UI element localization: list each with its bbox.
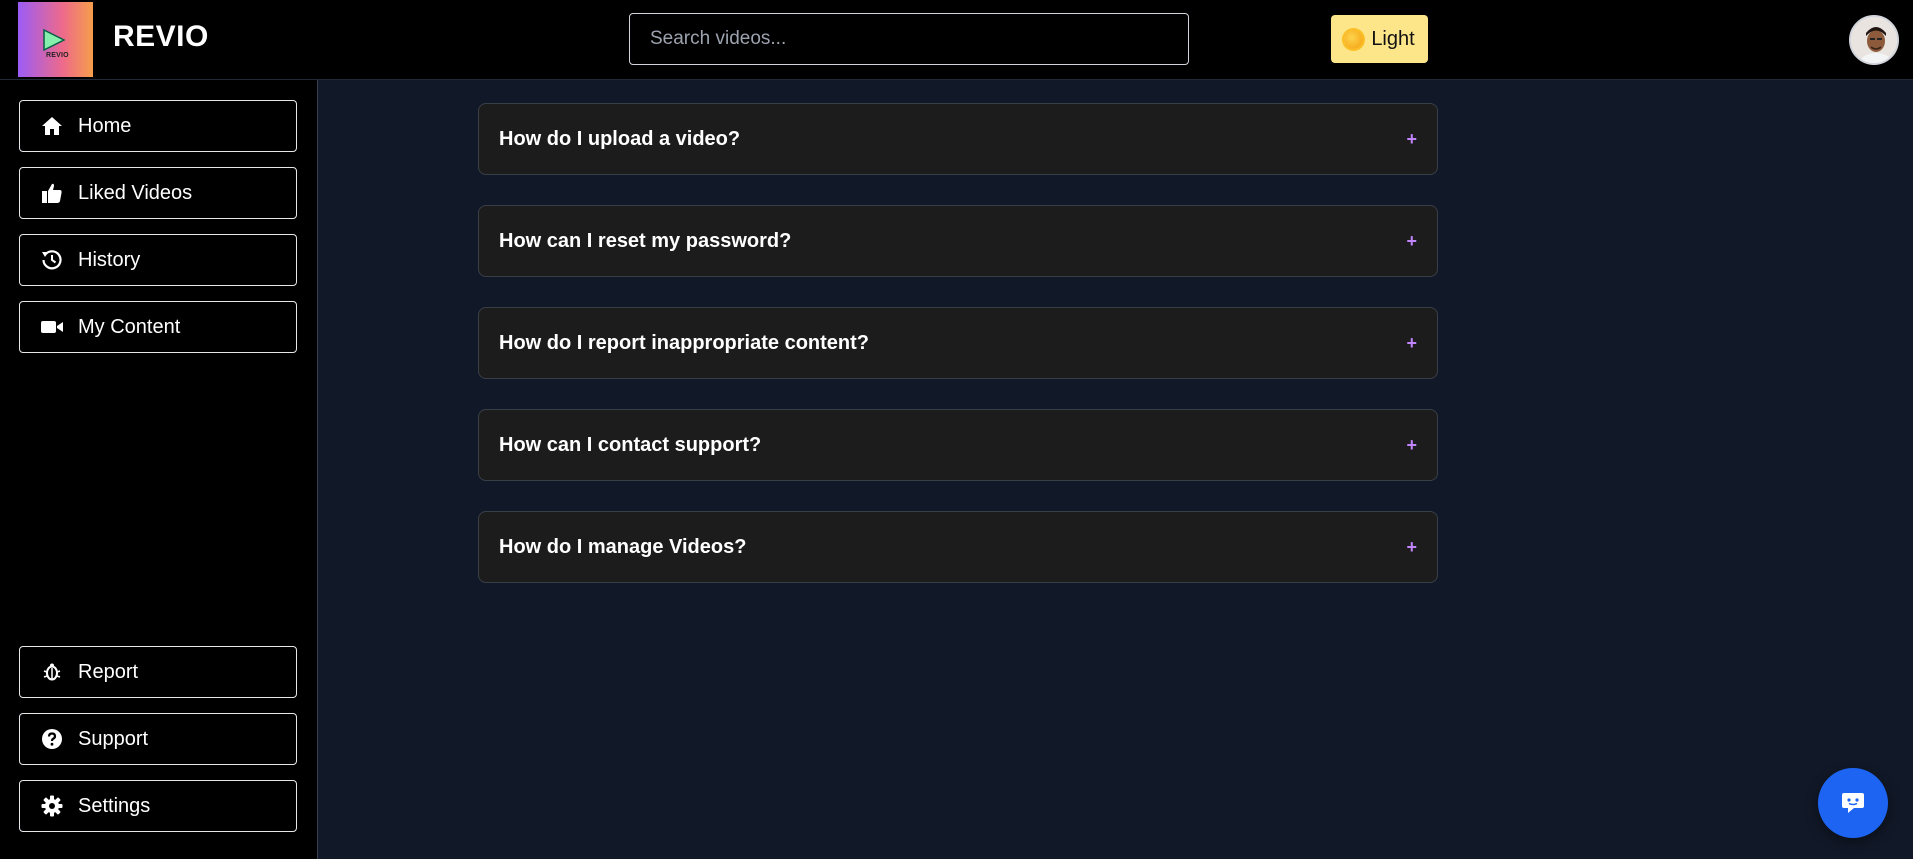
- expand-icon[interactable]: +: [1406, 231, 1417, 252]
- sidebar-item-label: Home: [78, 114, 132, 137]
- user-avatar-icon: [1851, 17, 1897, 63]
- sidebar-item-liked-videos[interactable]: Liked Videos: [19, 167, 297, 219]
- expand-icon[interactable]: +: [1406, 129, 1417, 150]
- bug-icon: [40, 660, 64, 684]
- avatar[interactable]: [1849, 15, 1899, 65]
- video-camera-icon: [40, 315, 64, 339]
- history-icon: [40, 248, 64, 272]
- sidebar-item-label: Report: [78, 660, 139, 683]
- gear-icon: [40, 794, 64, 818]
- sun-icon: [1344, 29, 1364, 49]
- sidebar-item-home[interactable]: Home: [19, 100, 297, 152]
- sidebar-item-label: Liked Videos: [78, 181, 193, 204]
- faq-item-report-content[interactable]: How do I report inappropriate content? +: [478, 307, 1438, 379]
- faq-question: How do I report inappropriate content?: [499, 331, 869, 354]
- home-icon: [40, 114, 64, 138]
- sidebar-item-settings[interactable]: Settings: [19, 780, 297, 832]
- sidebar: Home Liked Videos History My Content Rep…: [0, 80, 318, 859]
- brand-name: REVIO: [113, 20, 209, 53]
- play-icon: [43, 29, 66, 51]
- sidebar-item-support[interactable]: Support: [19, 713, 297, 765]
- expand-icon[interactable]: +: [1406, 435, 1417, 456]
- search-input[interactable]: [629, 13, 1189, 65]
- chat-bubble-icon: [1842, 793, 1864, 813]
- expand-icon[interactable]: +: [1406, 333, 1417, 354]
- sidebar-item-label: Settings: [78, 794, 151, 817]
- faq-item-upload[interactable]: How do I upload a video? +: [478, 103, 1438, 175]
- top-bar: REVIO REVIO Light: [0, 0, 1913, 80]
- logo[interactable]: REVIO: [18, 2, 93, 77]
- faq-item-manage-videos[interactable]: How do I manage Videos? +: [478, 511, 1438, 583]
- sidebar-item-label: Support: [78, 727, 149, 750]
- sidebar-item-label: My Content: [78, 315, 181, 338]
- faq-question: How do I manage Videos?: [499, 535, 747, 558]
- thumbs-up-icon: [40, 181, 64, 205]
- sidebar-item-label: History: [78, 248, 141, 271]
- sidebar-item-report[interactable]: Report: [19, 646, 297, 698]
- question-circle-icon: [40, 727, 64, 751]
- faq-question: How can I reset my password?: [499, 229, 792, 252]
- sidebar-item-my-content[interactable]: My Content: [19, 301, 297, 353]
- faq-item-reset-password[interactable]: How can I reset my password? +: [478, 205, 1438, 277]
- sidebar-item-history[interactable]: History: [19, 234, 297, 286]
- faq-item-contact-support[interactable]: How can I contact support? +: [478, 409, 1438, 481]
- faq-question: How can I contact support?: [499, 433, 762, 456]
- theme-label: Light: [1371, 27, 1415, 50]
- logo-text: REVIO: [46, 52, 69, 59]
- expand-icon[interactable]: +: [1406, 537, 1417, 558]
- theme-toggle-button[interactable]: Light: [1331, 15, 1428, 63]
- chat-button[interactable]: [1818, 768, 1888, 838]
- faq-question: How do I upload a video?: [499, 127, 741, 150]
